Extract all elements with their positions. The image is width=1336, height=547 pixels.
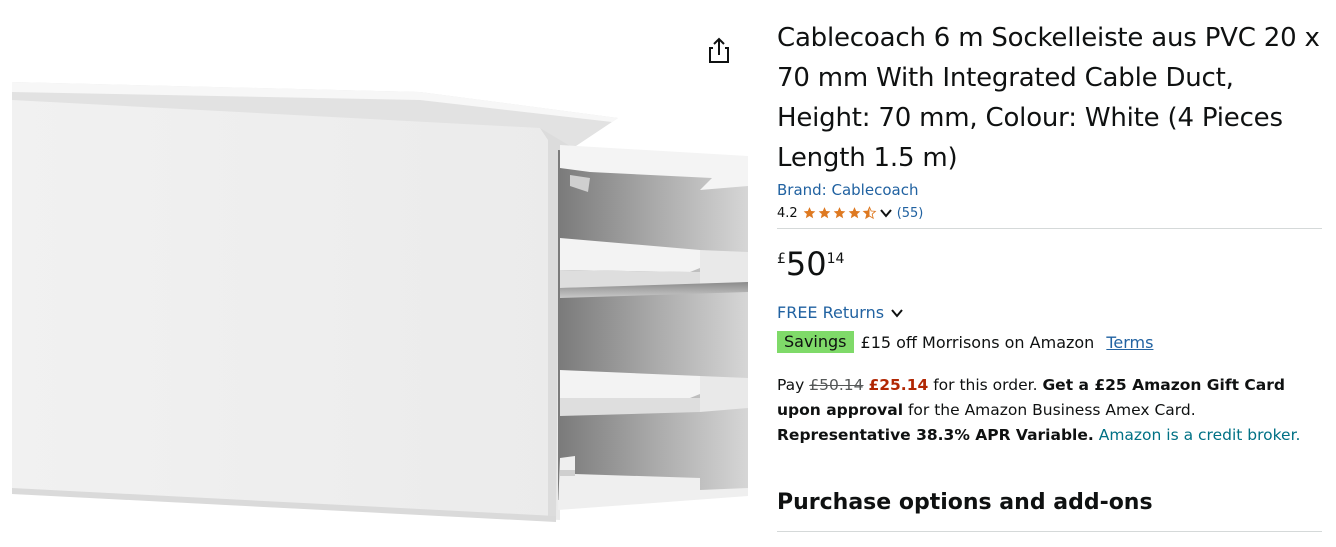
divider bbox=[777, 531, 1322, 532]
old-price: £50.14 bbox=[809, 376, 864, 394]
half-star-icon bbox=[862, 206, 877, 220]
credit-broker-link[interactable]: Amazon is a credit broker. bbox=[1099, 426, 1301, 444]
product-image-pane bbox=[0, 0, 760, 547]
terms-link[interactable]: Terms bbox=[1106, 333, 1153, 352]
rating-value: 4.2 bbox=[777, 205, 798, 221]
savings-text: £15 off Morrisons on Amazon bbox=[860, 332, 1095, 352]
divider bbox=[777, 228, 1322, 229]
order-text: for this order. bbox=[933, 376, 1038, 394]
apr-text: Representative 38.3% APR Variable. bbox=[777, 426, 1094, 444]
new-price: £25.14 bbox=[868, 376, 929, 394]
price: £ 50 14 bbox=[777, 245, 1322, 285]
share-button[interactable] bbox=[706, 36, 732, 66]
savings-badge: Savings bbox=[777, 331, 854, 353]
share-icon bbox=[709, 37, 729, 63]
product-details: Cablecoach 6 m Sockelleiste aus PVC 20 x… bbox=[777, 18, 1322, 532]
price-whole: 50 bbox=[785, 245, 827, 283]
product-title: Cablecoach 6 m Sockelleiste aus PVC 20 x… bbox=[777, 23, 1320, 173]
credit-card-promo: Pay £50.14 £25.14 for this order. Get a … bbox=[777, 373, 1322, 448]
chevron-down-icon bbox=[891, 308, 903, 318]
star-icon bbox=[803, 207, 816, 219]
star-icon bbox=[848, 207, 861, 219]
pay-label: Pay bbox=[777, 376, 805, 394]
brand-link[interactable]: Brand: Cablecoach bbox=[777, 178, 1322, 202]
star-icon bbox=[818, 207, 831, 219]
review-count-link[interactable]: (55) bbox=[897, 206, 924, 221]
star-rating[interactable] bbox=[802, 206, 877, 220]
purchase-options-heading: Purchase options and add-ons bbox=[777, 490, 1153, 515]
rating-row: 4.2 (55) bbox=[777, 201, 1322, 225]
star-icon bbox=[833, 207, 846, 219]
free-returns-link[interactable]: FREE Returns bbox=[777, 303, 1322, 322]
price-symbol: £ bbox=[777, 251, 786, 267]
savings-row: Savings £15 off Morrisons on Amazon Term… bbox=[777, 331, 1322, 353]
product-image[interactable] bbox=[0, 0, 760, 547]
free-returns-label: FREE Returns bbox=[777, 303, 885, 322]
card-text: for the Amazon Business Amex Card. bbox=[907, 401, 1196, 419]
price-fraction: 14 bbox=[826, 251, 845, 267]
chevron-down-icon[interactable] bbox=[879, 206, 893, 220]
